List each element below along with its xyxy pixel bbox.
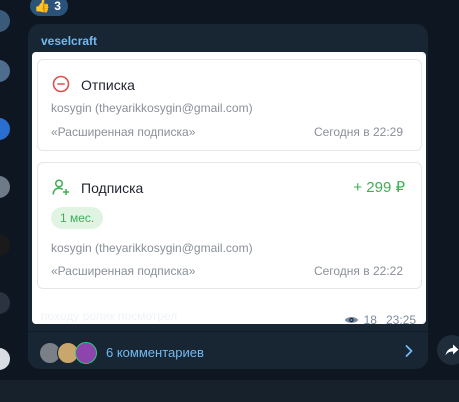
avatar[interactable] [0, 292, 10, 314]
sender-name[interactable]: veselcraft [41, 34, 97, 48]
card-plan: «Расширенная подписка» [51, 264, 196, 278]
message-caption: походу ролик посмотрел [41, 309, 178, 323]
thumbs-up-icon: 👍 [34, 0, 51, 13]
avatar[interactable] [0, 176, 10, 198]
share-arrow-icon [445, 344, 459, 356]
avatar[interactable] [0, 10, 10, 32]
card-email: kosygin (theyarikkosygin@gmail.com) [51, 241, 253, 255]
eye-icon [344, 317, 358, 323]
screenshot-media[interactable]: Отписка kosygin (theyarikkosygin@gmail.c… [32, 52, 426, 324]
avatar[interactable] [0, 118, 10, 140]
avatar[interactable] [0, 348, 10, 370]
unsubscribe-card: Отписка kosygin (theyarikkosygin@gmail.c… [37, 59, 422, 151]
message-bubble: veselcraft Отписка kosygin (theyarikkosy… [28, 24, 428, 369]
card-plan: «Расширенная подписка» [51, 125, 196, 139]
share-button[interactable] [437, 335, 459, 365]
reaction-pill[interactable]: 👍 3 [30, 0, 68, 16]
avatar[interactable] [0, 234, 10, 256]
message-input-bar [0, 380, 459, 402]
avatar[interactable] [0, 60, 10, 82]
comments-label: 6 комментариев [106, 345, 204, 360]
card-date: Сегодня в 22:22 [313, 264, 403, 278]
comments-button[interactable]: 6 комментариев [28, 331, 428, 369]
period-badge: 1 мес. [51, 207, 104, 229]
reaction-count: 3 [54, 0, 61, 13]
commenter-avatar [75, 342, 97, 364]
message-time: 23:25 [385, 313, 416, 327]
view-count: 18 [363, 313, 377, 327]
card-title: Отписка [81, 77, 135, 93]
chat-list-avatars [0, 0, 14, 402]
subscribe-card: Подписка + 299 ₽ 1 мес. kosygin (theyari… [37, 162, 422, 289]
minus-circle-icon [52, 75, 70, 93]
message-meta: 18 23:25 [344, 313, 416, 327]
user-add-icon [52, 179, 69, 195]
chevron-right-icon [405, 345, 413, 357]
card-amount: + 299 ₽ [353, 179, 405, 196]
card-email: kosygin (theyarikkosygin@gmail.com) [51, 101, 253, 115]
card-title: Подписка [81, 180, 144, 196]
card-date: Сегодня в 22:29 [313, 125, 403, 139]
